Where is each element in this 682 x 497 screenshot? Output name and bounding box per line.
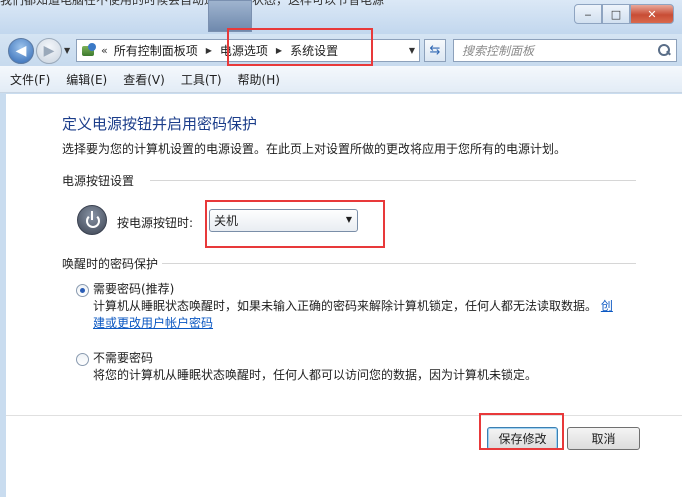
power-button-action-value: 关机 [214,214,239,228]
menu-file[interactable]: 文件(F) [10,71,50,88]
power-button-section-heading: 电源按钮设置 [62,172,134,189]
breadcrumb-arrow-icon[interactable]: ▶ [206,46,212,55]
menu-bar: 文件(F) 编辑(E) 查看(V) 工具(T) 帮助(H) [0,66,682,93]
menu-tools[interactable]: 工具(T) [181,71,222,88]
close-button[interactable]: ✕ [630,4,674,24]
power-button-section-title: 电源按钮设置 [62,174,135,188]
password-section-title: 唤醒时的密码保护 [62,257,159,271]
forward-button[interactable]: ▶ [36,38,62,64]
require-password-label[interactable]: 需要密码(推荐) [93,280,174,297]
refresh-icon: ⇆ [429,43,441,58]
section-divider [150,180,636,181]
refresh-button[interactable]: ⇆ [424,39,446,62]
maximize-button[interactable]: □ [602,4,630,24]
search-input[interactable]: 搜索控制面板 [453,39,677,62]
no-password-description: 将您的计算机从睡眠状态唤醒时，任何人都可以访问您的数据，因为计算机未锁定。 [93,368,538,382]
breadcrumb-overflow[interactable]: « [101,44,108,57]
save-changes-button[interactable]: 保存修改 [487,427,558,450]
breadcrumb-power-options[interactable]: 电源选项 [220,42,268,59]
arrow-left-icon: ◀ [15,43,27,59]
breadcrumb-system-settings[interactable]: 系统设置 [290,42,338,59]
title-bar: 我们都知道电脑在不使用的时候会自动进入睡眠状态，这样可以节省电源 ‒ □ ✕ [0,0,682,34]
main-content: 定义电源按钮并启用密码保护 选择要为您的计算机设置的电源设置。在此页上对设置所做… [6,94,682,497]
address-field[interactable]: « 所有控制面板项 ▶ 电源选项 ▶ 系统设置 ▼ [76,39,420,62]
search-placeholder: 搜索控制面板 [462,44,535,58]
power-button-label: 按电源按钮时: [117,216,194,230]
back-button[interactable]: ◀ [8,38,34,64]
arrow-right-icon: ▶ [43,43,55,59]
footer-divider [6,415,682,416]
control-panel-icon [81,42,97,59]
no-password-label[interactable]: 不需要密码 [93,349,153,366]
window-controls: ‒ □ ✕ [574,4,674,24]
require-password-description: 计算机从睡眠状态唤醒时，如果未输入正确的密码来解除计算机锁定，任何人都无法读取数… [93,298,623,332]
no-password-radio[interactable] [76,353,89,366]
create-password-link-part2[interactable]: 建或更改用户帐户密码 [93,316,213,330]
chevron-down-icon: ▼ [345,215,352,224]
power-button-action-select[interactable]: 关机 ▼ [209,209,358,232]
require-password-radio[interactable] [76,284,89,297]
search-icon[interactable] [658,44,670,56]
menu-view[interactable]: 查看(V) [123,71,165,88]
cancel-button[interactable]: 取消 [567,427,640,450]
create-password-link-part1[interactable]: 创 [601,299,613,313]
recent-pages-dropdown[interactable]: ▼ [64,46,70,55]
navigation-bar: ◀ ▶ ▼ « 所有控制面板项 ▶ 电源选项 ▶ 系统设置 ▼ ⇆ 搜索控制面板 [0,34,682,66]
password-section-heading: 唤醒时的密码保护 [62,255,158,272]
breadcrumb-all-control-panel-items[interactable]: 所有控制面板项 [114,42,198,59]
page-title: 定义电源按钮并启用密码保护 [62,115,258,133]
power-icon [77,205,107,235]
minimize-button[interactable]: ‒ [574,4,602,24]
address-dropdown-icon[interactable]: ▼ [409,46,415,55]
background-thumbnail [208,0,252,32]
page-description: 选择要为您的计算机设置的电源设置。在此页上对设置所做的更改将应用于您所有的电源计… [62,142,567,156]
menu-edit[interactable]: 编辑(E) [66,71,107,88]
menu-help[interactable]: 帮助(H) [238,71,280,88]
section-divider [162,263,636,264]
require-password-text: 计算机从睡眠状态唤醒时，如果未输入正确的密码来解除计算机锁定，任何人都无法读取数… [93,299,598,313]
background-window-text: 我们都知道电脑在不使用的时候会自动进入睡眠状态，这样可以节省电源 [0,0,385,7]
breadcrumb-arrow-icon[interactable]: ▶ [276,46,282,55]
